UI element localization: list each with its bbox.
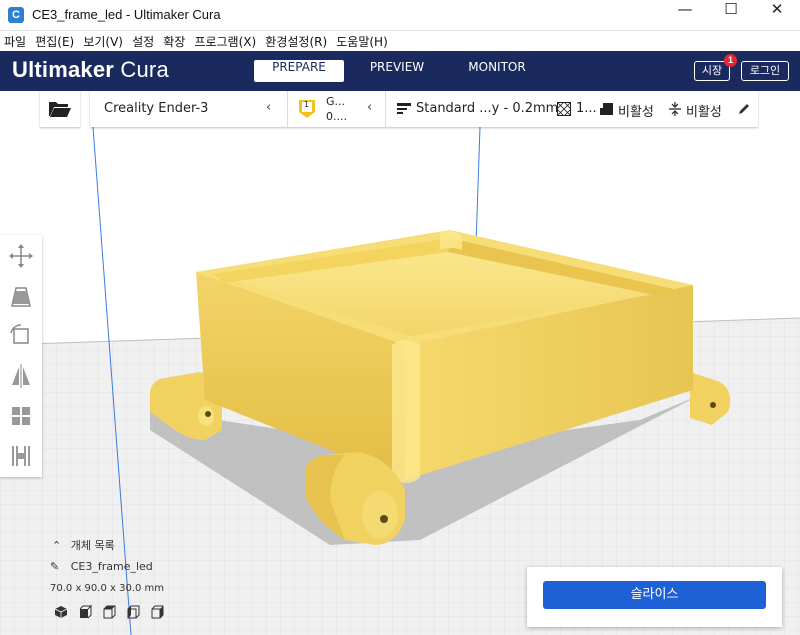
support-blocker-icon [12,446,30,466]
view-right-icon[interactable] [150,605,164,619]
printer-selector[interactable]: Creality Ender-3 [104,101,208,116]
separator [385,91,386,127]
view-3d-icon[interactable] [54,605,68,619]
tab-preview[interactable]: PREVIEW [352,60,442,82]
slice-button[interactable]: 슬라이스 [543,581,766,609]
maximize-button[interactable]: ☐ [708,0,754,31]
menu-edit[interactable]: 편집(E) [31,31,74,50]
pencil-icon: ✎ [50,560,60,573]
minimize-button[interactable]: — [662,0,708,31]
menu-bar: 파일 편집(E) 보기(V) 설정 확장 프로그램(X) 환경설정(R) 도움말… [0,31,800,51]
view-left-icon[interactable] [126,605,140,619]
tab-prepare[interactable]: PREPARE [254,60,344,82]
login-button[interactable]: 로그인 [741,61,789,81]
view-front-icon[interactable] [78,605,92,619]
print-profile-selector[interactable]: Standard ...y - 0.2mm [416,101,558,116]
support-blocker-button[interactable] [6,441,36,471]
slice-panel: 슬라이스 [527,567,782,627]
folder-open-icon [49,102,71,117]
object-dimensions: 70.0 x 90.0 x 30.0 mm [50,583,165,594]
tool-panel [0,235,42,477]
printer-chevron-icon[interactable]: ‹ [266,100,271,115]
marketplace-badge: 1 [724,54,737,67]
cura-app-icon: C [8,7,24,23]
move-tool-icon [9,244,33,268]
ultimaker-cura-logo: Ultimaker Cura [12,57,169,82]
material-name[interactable]: G... [326,95,345,108]
per-model-settings-button[interactable] [6,401,36,431]
nozzle-size[interactable]: 0.... [326,110,347,123]
support-icon [600,103,613,115]
infill-icon [557,102,571,116]
rotate-tool-button[interactable] [6,321,36,351]
support-status[interactable]: 비활성 [618,101,654,120]
menu-programs[interactable]: 프로그램(X) [190,31,256,50]
per-model-settings-icon [12,407,30,425]
app-header: Ultimaker Cura PREPARE PREVIEW MONITOR 시… [0,51,800,91]
profile-icon [397,103,411,114]
object-list-toggle[interactable]: ⌃ 개체 목록 [52,537,115,553]
printer-settings-bar: Creality Ender-3 ‹ 1 G... 0.... ‹ Standa… [90,91,758,127]
menu-settings[interactable]: 설정 [128,31,154,50]
open-file-button[interactable] [40,91,80,127]
edit-pencil-icon[interactable] [738,103,750,115]
menu-extensions[interactable]: 확장 [159,31,185,50]
window-title: CE3_frame_led - Ultimaker Cura [32,7,221,22]
title-bar: C CE3_frame_led - Ultimaker Cura — ☐ ✕ [0,0,800,31]
infill-value[interactable]: 1... [576,101,597,116]
separator [287,91,288,127]
scale-tool-button[interactable] [6,281,36,311]
scale-tool-icon [11,287,31,307]
rotate-tool-icon [10,324,29,344]
adhesion-status[interactable]: 비활성 [686,101,722,120]
material-chevron-icon[interactable]: ‹ [367,100,372,115]
extruder-number: 1 [304,100,310,109]
object-name: CE3_frame_led [70,560,153,573]
object-list-label: 개체 목록 [70,539,115,552]
object-name-row[interactable]: ✎ CE3_frame_led [50,560,153,573]
menu-view[interactable]: 보기(V) [79,31,123,50]
menu-preferences[interactable]: 환경설정(R) [261,31,327,50]
move-tool-button[interactable] [6,241,36,271]
view-top-icon[interactable] [102,605,116,619]
menu-help[interactable]: 도움말(H) [332,31,388,50]
mirror-tool-button[interactable] [6,361,36,391]
menu-file[interactable]: 파일 [0,31,26,50]
tab-monitor[interactable]: MONITOR [452,60,542,82]
cura-window: C CE3_frame_led - Ultimaker Cura — ☐ ✕ 파… [0,0,800,635]
mirror-tool-icon [12,364,30,388]
chevron-up-icon: ⌃ [52,539,62,552]
close-button[interactable]: ✕ [754,0,800,31]
adhesion-icon [669,102,681,116]
